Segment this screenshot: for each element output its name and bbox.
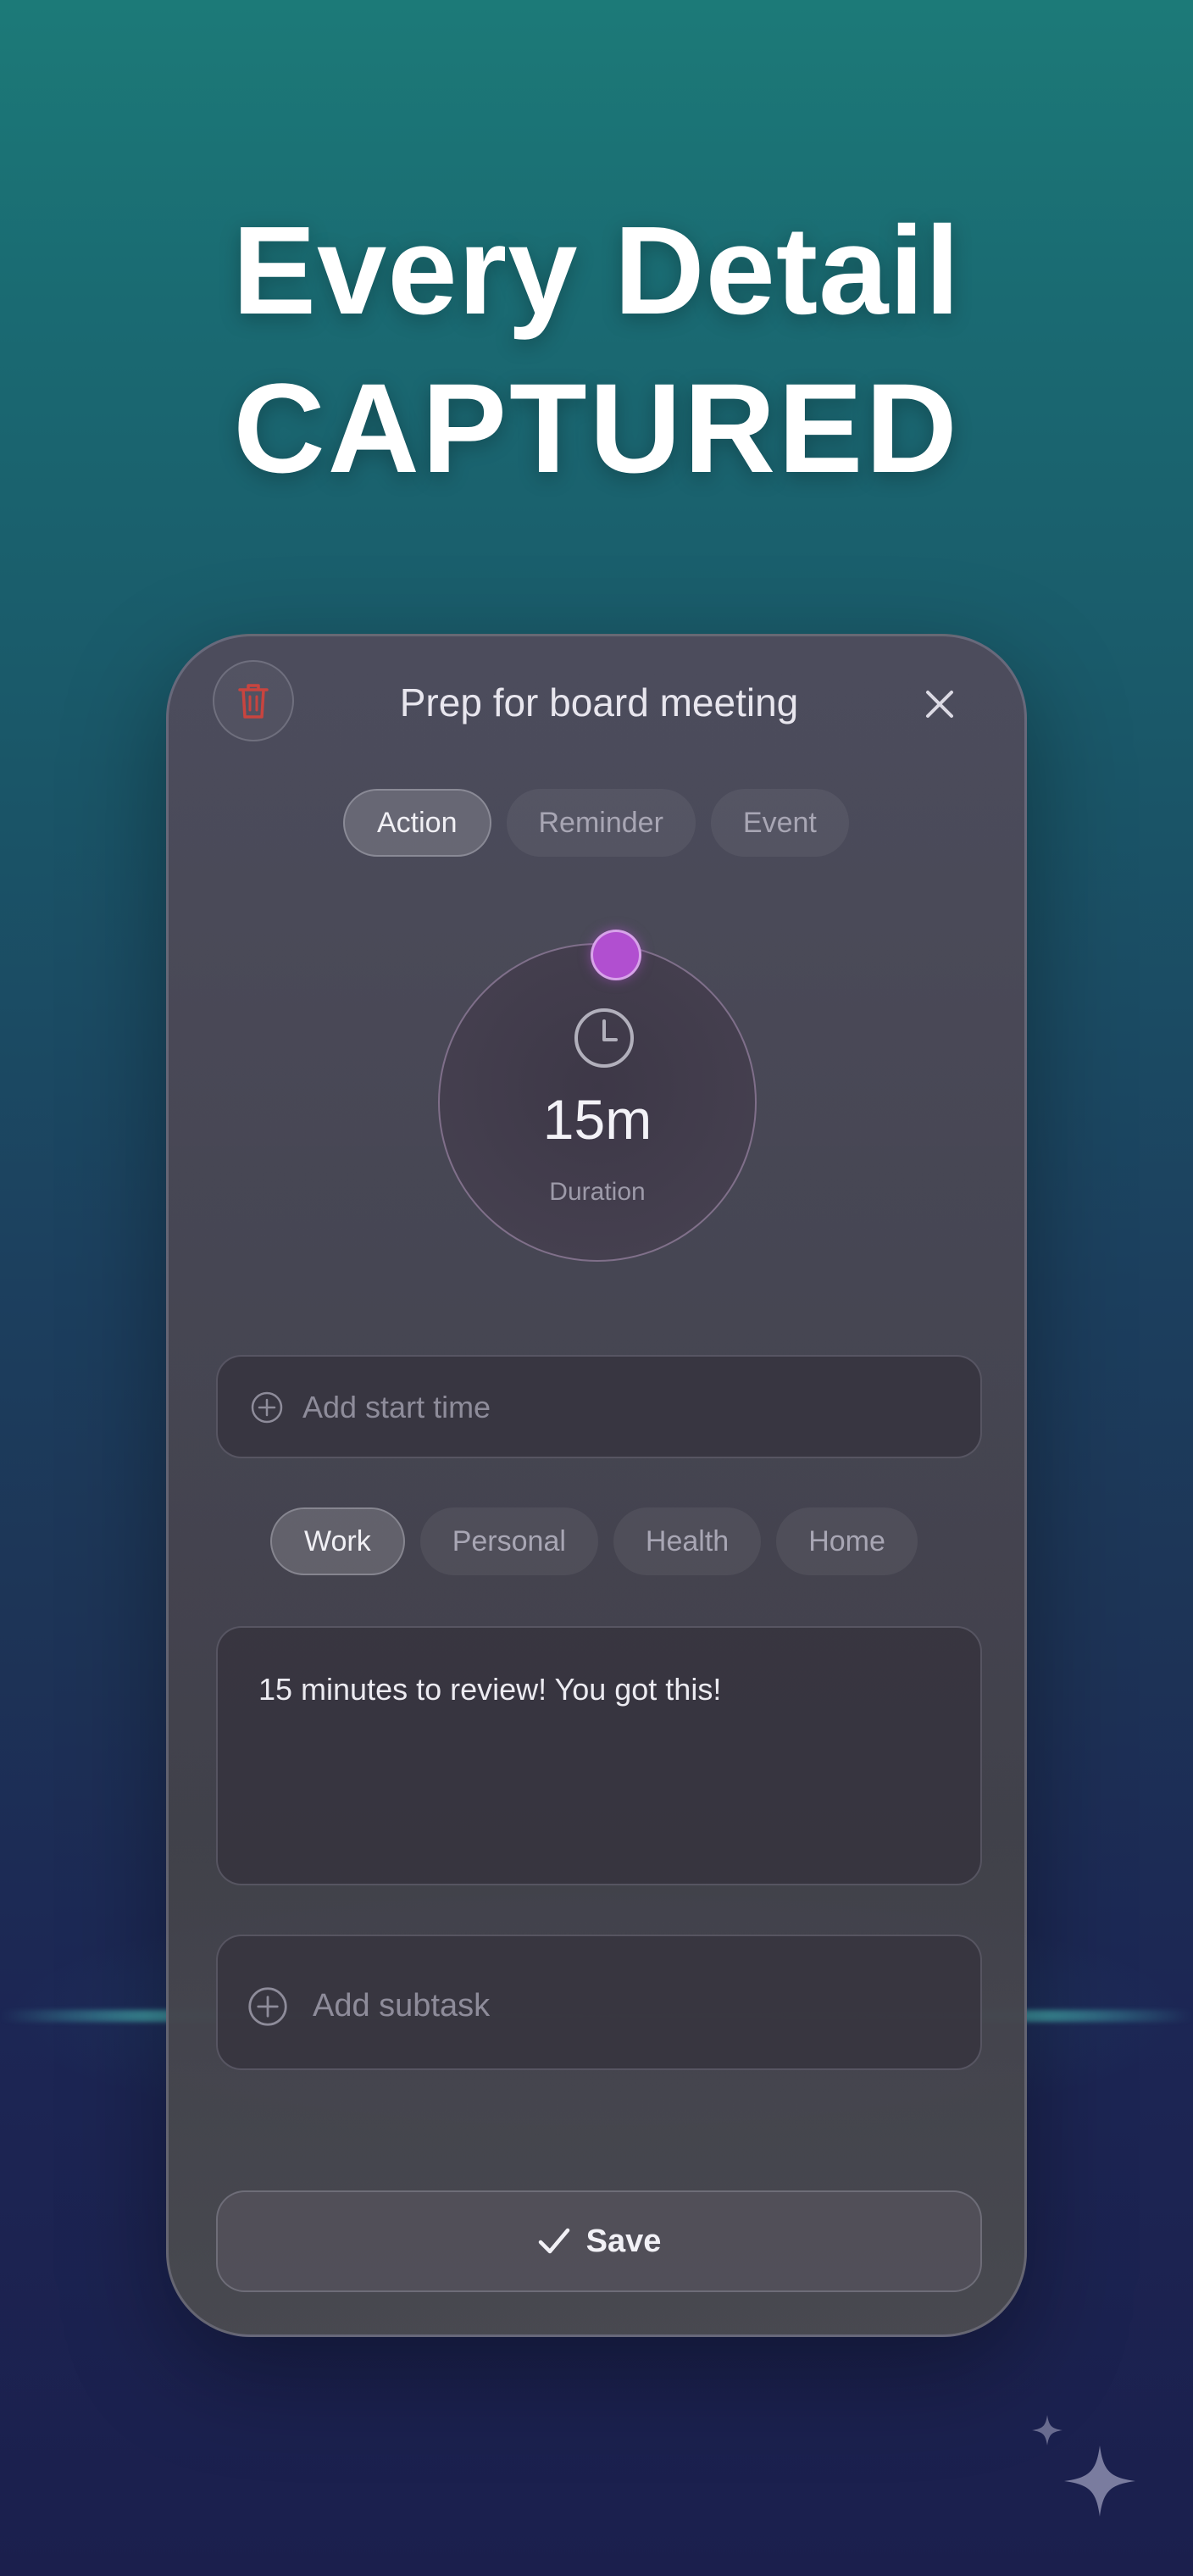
save-button[interactable]: Save (216, 2190, 982, 2292)
note-text: 15 minutes to review! You got this! (258, 1672, 722, 1707)
type-action-pill[interactable]: Action (343, 789, 491, 857)
note-textarea[interactable]: 15 minutes to review! You got this! (216, 1626, 982, 1885)
clock-icon (574, 1008, 634, 1068)
type-event-pill[interactable]: Event (710, 789, 849, 857)
plus-circle-icon (248, 1987, 287, 2026)
duration-dial-handle[interactable] (591, 930, 641, 980)
category-work-pill[interactable]: Work (270, 1507, 405, 1575)
save-button-label: Save (585, 2223, 662, 2259)
close-icon (926, 691, 953, 718)
category-home-pill[interactable]: Home (776, 1507, 918, 1575)
sparkle-icon (1032, 2415, 1135, 2517)
hero-line-1: Every Detail (232, 201, 961, 341)
start-time-placeholder: Add start time (302, 1390, 491, 1424)
category-personal-pill[interactable]: Personal (419, 1507, 598, 1575)
task-editor-card: Prep for board meeting Action Reminder E… (166, 634, 1027, 2337)
duration-value: 15m (542, 1088, 652, 1151)
add-subtask-placeholder: Add subtask (313, 1988, 491, 2024)
add-subtask-field[interactable]: Add subtask (216, 1935, 982, 2070)
start-time-field[interactable]: Add start time (216, 1355, 982, 1458)
duration-label: Duration (549, 1178, 646, 1206)
task-title[interactable]: Prep for board meeting (169, 669, 1029, 736)
category-health-pill[interactable]: Health (613, 1507, 762, 1575)
close-button[interactable] (914, 679, 965, 730)
category-selector: Work Personal Health Home (270, 1507, 918, 1575)
checkmark-icon (538, 2228, 569, 2254)
hero-line-2: CAPTURED (233, 357, 960, 499)
hero-headline: Every Detail CAPTURED (0, 195, 1193, 508)
plus-circle-icon (251, 1391, 283, 1424)
task-type-selector: Action Reminder Event (343, 789, 849, 857)
type-reminder-pill[interactable]: Reminder (506, 789, 696, 857)
